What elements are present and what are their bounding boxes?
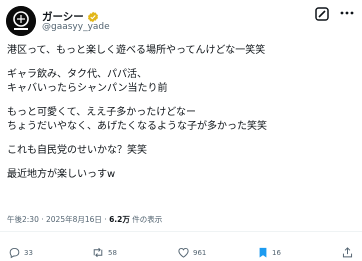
post-spacer xyxy=(7,96,357,106)
repost-button[interactable]: 58 xyxy=(91,246,117,259)
handle[interactable]: @gaasyy_yade xyxy=(42,22,110,33)
bookmark-count: 16 xyxy=(272,248,281,257)
post-date[interactable]: 2025年8月16日 xyxy=(46,215,102,224)
post-text: 港区って、もっと楽しく遊べる場所やってんけどな一笑笑 ギャラ飲み、タク代、パパ活… xyxy=(7,44,357,182)
repost-count: 58 xyxy=(108,248,117,257)
views-count: 6.2万 xyxy=(109,215,130,224)
post-time[interactable]: 午後2:30 xyxy=(7,215,39,224)
share-icon xyxy=(341,246,354,259)
like-button[interactable]: 961 xyxy=(177,246,206,259)
post-line: キャバいったらシャンパン当たり前 xyxy=(7,83,168,94)
reply-count: 33 xyxy=(24,248,33,257)
bookmark-icon xyxy=(257,246,269,259)
post-line: 港区って、もっと楽しく遊べる場所やってんけどな一笑笑 xyxy=(7,45,266,56)
reply-button[interactable]: 33 xyxy=(8,246,33,259)
divider xyxy=(0,231,362,232)
post-line: もっと可愛くて、ええ子多かったけどなー xyxy=(7,107,196,118)
bookmark-button[interactable]: 16 xyxy=(257,246,281,259)
meta-separator: · xyxy=(41,215,44,224)
views-label: 件の表示 xyxy=(132,215,163,224)
post-spacer xyxy=(7,58,357,68)
post-spacer xyxy=(7,134,357,144)
share-button[interactable] xyxy=(341,246,354,259)
post-line: ちょうだいやなく、あげたくなるような子が多かった笑笑 xyxy=(7,121,267,132)
post-line: ギャラ飲み、タク代、パパ活、 xyxy=(7,69,147,80)
repost-icon xyxy=(91,246,105,259)
more-icon[interactable] xyxy=(338,5,356,21)
avatar[interactable] xyxy=(6,6,36,36)
post-card[interactable]: ガーシー @gaasyy_yade 港区って、もっと楽しく遊べる場所やってんけど… xyxy=(0,0,362,261)
reply-icon xyxy=(8,246,21,259)
post-meta: 午後2:30 · 2025年8月16日 · 6.2万 件の表示 xyxy=(7,215,162,225)
post-spacer xyxy=(7,158,357,168)
grok-icon[interactable] xyxy=(314,6,330,22)
like-count: 961 xyxy=(193,248,207,257)
post-line: これも自民党のせいかな？笑笑 xyxy=(7,145,147,156)
post-line: 最近地方が楽しいっすw xyxy=(7,169,116,180)
meta-separator: · xyxy=(104,215,107,224)
like-icon xyxy=(177,246,190,259)
